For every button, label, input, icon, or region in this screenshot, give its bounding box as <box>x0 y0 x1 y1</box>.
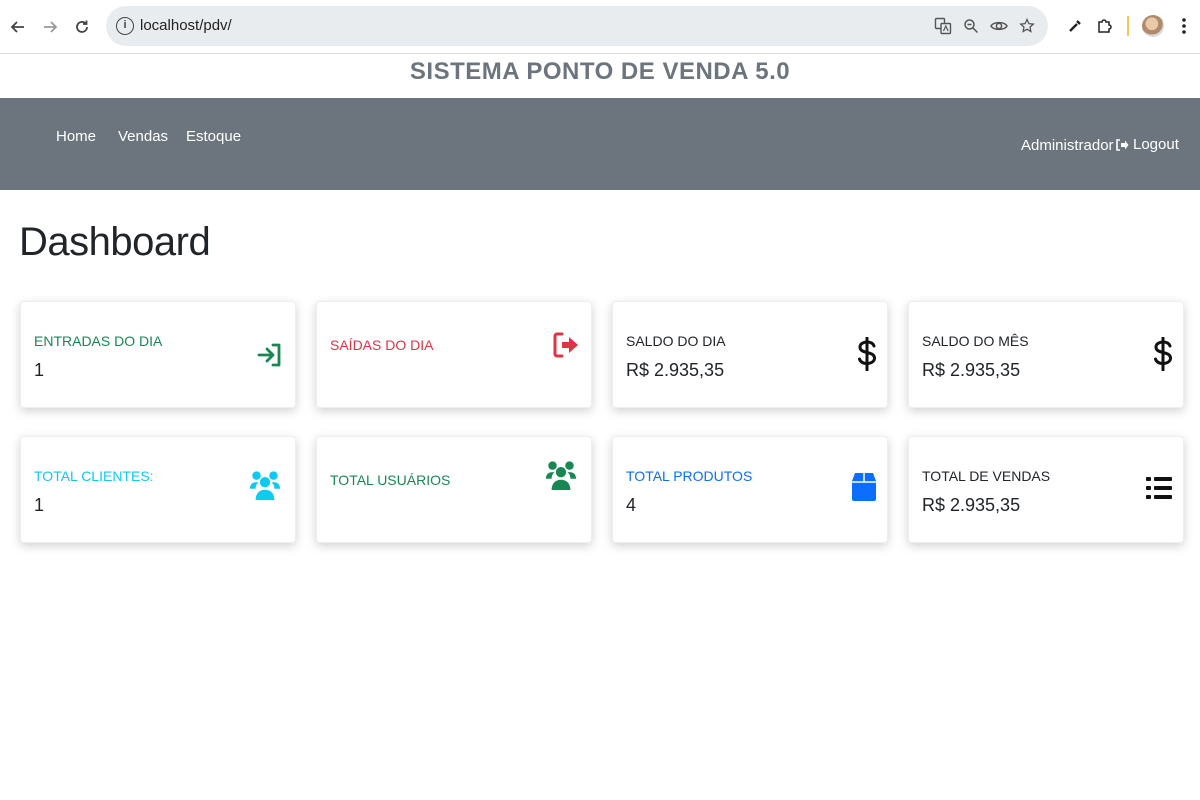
card-label: ENTRADAS DO DIA <box>34 333 163 349</box>
eye-icon[interactable] <box>989 16 1009 36</box>
users-icon <box>249 469 281 501</box>
main-navbar: Home Vendas Estoque Administrador Logout <box>0 98 1200 190</box>
card-label: TOTAL USUÁRIOS <box>330 472 451 488</box>
eyedropper-icon[interactable] <box>1064 15 1086 37</box>
browser-toolbar: i localhost/pdv/ <box>0 0 1200 54</box>
dollar-icon <box>851 337 883 371</box>
card-total-produtos: TOTAL PRODUTOS 4 <box>612 436 888 543</box>
users-icon <box>545 459 577 491</box>
reload-icon[interactable] <box>70 15 94 39</box>
card-total-clientes: TOTAL CLIENTES: 1 <box>20 436 296 543</box>
logout-label: Logout <box>1133 136 1179 153</box>
page-title: Dashboard <box>19 220 211 264</box>
card-saidas-dia: SAÍDAS DO DIA <box>316 301 592 408</box>
sign-out-icon <box>550 329 582 361</box>
card-value: R$ 2.935,35 <box>626 360 725 380</box>
card-saldo-mes: SALDO DO MÊS R$ 2.935,35 <box>908 301 1184 408</box>
profile-avatar[interactable] <box>1142 15 1164 37</box>
back-arrow-icon[interactable] <box>6 15 30 39</box>
card-label: SALDO DO MÊS <box>922 333 1029 349</box>
card-value: 1 <box>34 495 45 515</box>
app-title: SISTEMA PONTO DE VENDA 5.0 <box>409 58 791 85</box>
sign-in-icon <box>254 339 286 371</box>
card-label: SAÍDAS DO DIA <box>330 337 434 353</box>
card-label: TOTAL CLIENTES: <box>34 468 154 484</box>
card-value: R$ 2.935,35 <box>922 360 1021 380</box>
star-icon[interactable] <box>1017 16 1037 36</box>
box-icon <box>848 471 880 503</box>
card-value: 1 <box>34 360 45 380</box>
address-bar[interactable]: i localhost/pdv/ <box>106 6 1048 46</box>
dollar-icon <box>1147 337 1179 371</box>
toolbar-divider <box>1127 16 1129 36</box>
card-entradas-dia: ENTRADAS DO DIA 1 <box>20 301 296 408</box>
logout-link[interactable]: Logout <box>1115 136 1179 153</box>
user-name: Administrador <box>1021 137 1114 154</box>
card-label: TOTAL PRODUTOS <box>626 468 753 484</box>
nav-link-estoque[interactable]: Estoque <box>186 128 241 145</box>
card-saldo-dia: SALDO DO DIA R$ 2.935,35 <box>612 301 888 408</box>
card-value: R$ 2.935,35 <box>922 495 1021 515</box>
card-label: SALDO DO DIA <box>626 333 726 349</box>
nav-link-vendas[interactable]: Vendas <box>118 128 168 145</box>
card-total-vendas: TOTAL DE VENDAS R$ 2.935,35 <box>908 436 1184 543</box>
translate-icon[interactable] <box>933 16 953 36</box>
site-info-icon[interactable]: i <box>116 17 134 35</box>
extensions-puzzle-icon[interactable] <box>1094 15 1116 37</box>
url-text[interactable]: localhost/pdv/ <box>140 17 232 34</box>
forward-arrow-icon[interactable] <box>38 15 62 39</box>
logout-icon <box>1116 138 1129 151</box>
card-value: 4 <box>626 495 637 515</box>
card-total-usuarios: TOTAL USUÁRIOS <box>316 436 592 543</box>
card-label: TOTAL DE VENDAS <box>922 468 1051 484</box>
more-menu-icon[interactable] <box>1173 15 1195 37</box>
list-icon <box>1143 472 1175 504</box>
nav-link-home[interactable]: Home <box>56 128 96 145</box>
zoom-icon[interactable] <box>961 16 981 36</box>
